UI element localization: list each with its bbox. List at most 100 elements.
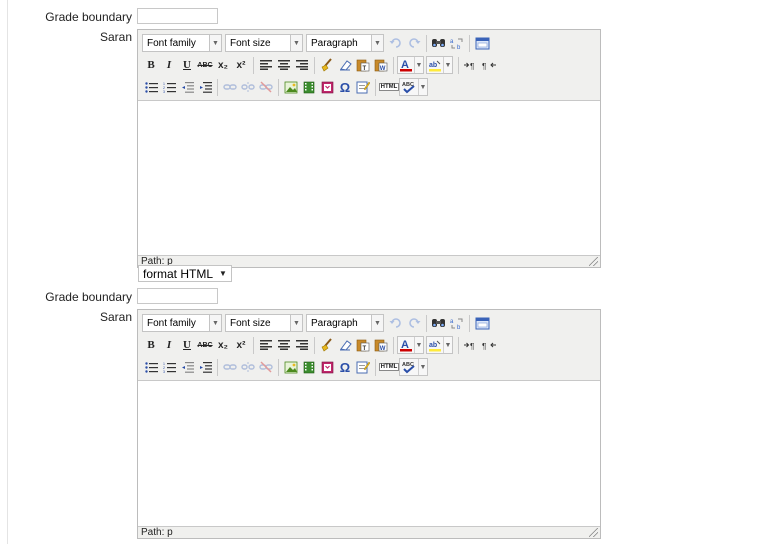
superscript-button[interactable]: x² bbox=[232, 56, 250, 74]
subscript-button[interactable]: x₂ bbox=[214, 56, 232, 74]
strikethrough-button[interactable]: ABC bbox=[196, 336, 214, 354]
eraser-icon bbox=[340, 340, 352, 351]
highlight-color-button[interactable]: ab ▼ bbox=[426, 336, 453, 354]
align-center-icon bbox=[278, 340, 290, 350]
find-button[interactable] bbox=[430, 314, 448, 332]
nolink-icon bbox=[259, 361, 273, 373]
insert-image-button[interactable] bbox=[282, 358, 300, 376]
align-center-button[interactable] bbox=[275, 336, 293, 354]
spellcheck-button[interactable]: ABC ▼ bbox=[399, 78, 428, 96]
fullscreen-button[interactable] bbox=[473, 34, 491, 52]
format-select[interactable]: format HTML ▼ bbox=[138, 265, 232, 282]
align-right-button[interactable] bbox=[293, 336, 311, 354]
replace-icon: ab bbox=[450, 318, 463, 330]
subscript-button[interactable]: x₂ bbox=[214, 336, 232, 354]
ltr-button[interactable]: ¶ bbox=[462, 336, 480, 354]
text-color-icon: A bbox=[400, 339, 412, 352]
align-left-button[interactable] bbox=[257, 56, 275, 74]
broom-icon bbox=[321, 58, 332, 72]
redo-button[interactable] bbox=[405, 314, 423, 332]
editor-content-area[interactable] bbox=[138, 100, 600, 256]
resize-grip-icon[interactable] bbox=[589, 257, 598, 266]
rtl-button[interactable]: ¶ bbox=[480, 336, 498, 354]
nolink-button[interactable] bbox=[257, 78, 275, 96]
italic-button[interactable]: I bbox=[160, 336, 178, 354]
redo-button[interactable] bbox=[405, 34, 423, 52]
bullet-list-button[interactable] bbox=[142, 358, 160, 376]
special-char-button[interactable]: Ω bbox=[336, 358, 354, 376]
paste-text-button[interactable]: T bbox=[354, 336, 372, 354]
numbered-list-button[interactable]: 123 bbox=[160, 358, 178, 376]
outdent-button[interactable] bbox=[178, 358, 196, 376]
insert-image-button[interactable] bbox=[282, 78, 300, 96]
html-source-button[interactable]: HTML bbox=[378, 358, 400, 376]
strikethrough-button[interactable]: ABC bbox=[196, 56, 214, 74]
italic-button[interactable]: I bbox=[160, 56, 178, 74]
replace-button[interactable]: ab bbox=[448, 34, 466, 52]
underline-button[interactable]: U bbox=[178, 56, 196, 74]
font-family-select[interactable]: Font family ▼ bbox=[142, 314, 222, 332]
superscript-button[interactable]: x² bbox=[232, 336, 250, 354]
insert-template-button[interactable] bbox=[354, 78, 372, 96]
insert-media-button[interactable] bbox=[300, 78, 318, 96]
bullet-list-button[interactable] bbox=[142, 78, 160, 96]
insert-media-button[interactable] bbox=[300, 358, 318, 376]
font-size-select[interactable]: Font size ▼ bbox=[225, 34, 303, 52]
unlink-button[interactable] bbox=[239, 358, 257, 376]
bold-button[interactable]: B bbox=[142, 56, 160, 74]
undo-icon bbox=[389, 38, 401, 48]
edit-doc-icon bbox=[356, 361, 370, 374]
html-source-button[interactable]: HTML bbox=[378, 78, 400, 96]
fullscreen-button[interactable] bbox=[473, 314, 491, 332]
resize-grip-icon[interactable] bbox=[589, 528, 598, 537]
paste-text-button[interactable]: T bbox=[354, 56, 372, 74]
ltr-button[interactable]: ¶ bbox=[462, 56, 480, 74]
remove-format-button[interactable] bbox=[336, 336, 354, 354]
paste-word-button[interactable]: W bbox=[372, 336, 390, 354]
underline-button[interactable]: U bbox=[178, 336, 196, 354]
bold-button[interactable]: B bbox=[142, 336, 160, 354]
text-color-button[interactable]: A ▼ bbox=[397, 56, 424, 74]
grade-boundary-input-2[interactable] bbox=[137, 288, 218, 304]
indent-button[interactable] bbox=[196, 358, 214, 376]
nolink-button[interactable] bbox=[257, 358, 275, 376]
editor-content-area[interactable] bbox=[138, 380, 600, 527]
align-center-button[interactable] bbox=[275, 56, 293, 74]
insert-link-button[interactable] bbox=[221, 358, 239, 376]
cleanup-button[interactable] bbox=[318, 56, 336, 74]
editor-toolbar: Font family ▼ Font size ▼ Paragraph ▼ a … bbox=[138, 30, 600, 100]
align-left-icon bbox=[260, 60, 272, 70]
font-size-select[interactable]: Font size ▼ bbox=[225, 314, 303, 332]
svg-text:a: a bbox=[450, 319, 454, 325]
moodle-media-button[interactable] bbox=[318, 358, 336, 376]
outdent-button[interactable] bbox=[178, 78, 196, 96]
align-right-button[interactable] bbox=[293, 56, 311, 74]
unlink-button[interactable] bbox=[239, 78, 257, 96]
grade-boundary-input-1[interactable] bbox=[137, 8, 218, 24]
numbered-list-button[interactable]: 123 bbox=[160, 78, 178, 96]
text-color-button[interactable]: A ▼ bbox=[397, 336, 424, 354]
rtl-button[interactable]: ¶ bbox=[480, 56, 498, 74]
paragraph-format-select[interactable]: Paragraph ▼ bbox=[306, 314, 384, 332]
moodle-media-button[interactable] bbox=[318, 78, 336, 96]
special-char-button[interactable]: Ω bbox=[336, 78, 354, 96]
outdent-icon bbox=[181, 81, 194, 93]
undo-button[interactable] bbox=[387, 314, 405, 332]
align-left-button[interactable] bbox=[257, 336, 275, 354]
find-button[interactable] bbox=[430, 34, 448, 52]
cleanup-button[interactable] bbox=[318, 336, 336, 354]
highlight-color-button[interactable]: ab ▼ bbox=[426, 56, 453, 74]
paste-word-button[interactable]: W bbox=[372, 56, 390, 74]
chevron-down-icon: ▼ bbox=[414, 57, 423, 73]
spellcheck-button[interactable]: ABC ▼ bbox=[399, 358, 428, 376]
insert-template-button[interactable] bbox=[354, 358, 372, 376]
broom-icon bbox=[321, 338, 332, 352]
indent-icon bbox=[199, 81, 212, 93]
insert-link-button[interactable] bbox=[221, 78, 239, 96]
paragraph-format-select[interactable]: Paragraph ▼ bbox=[306, 34, 384, 52]
remove-format-button[interactable] bbox=[336, 56, 354, 74]
indent-button[interactable] bbox=[196, 78, 214, 96]
undo-button[interactable] bbox=[387, 34, 405, 52]
font-family-select[interactable]: Font family ▼ bbox=[142, 34, 222, 52]
replace-button[interactable]: ab bbox=[448, 314, 466, 332]
